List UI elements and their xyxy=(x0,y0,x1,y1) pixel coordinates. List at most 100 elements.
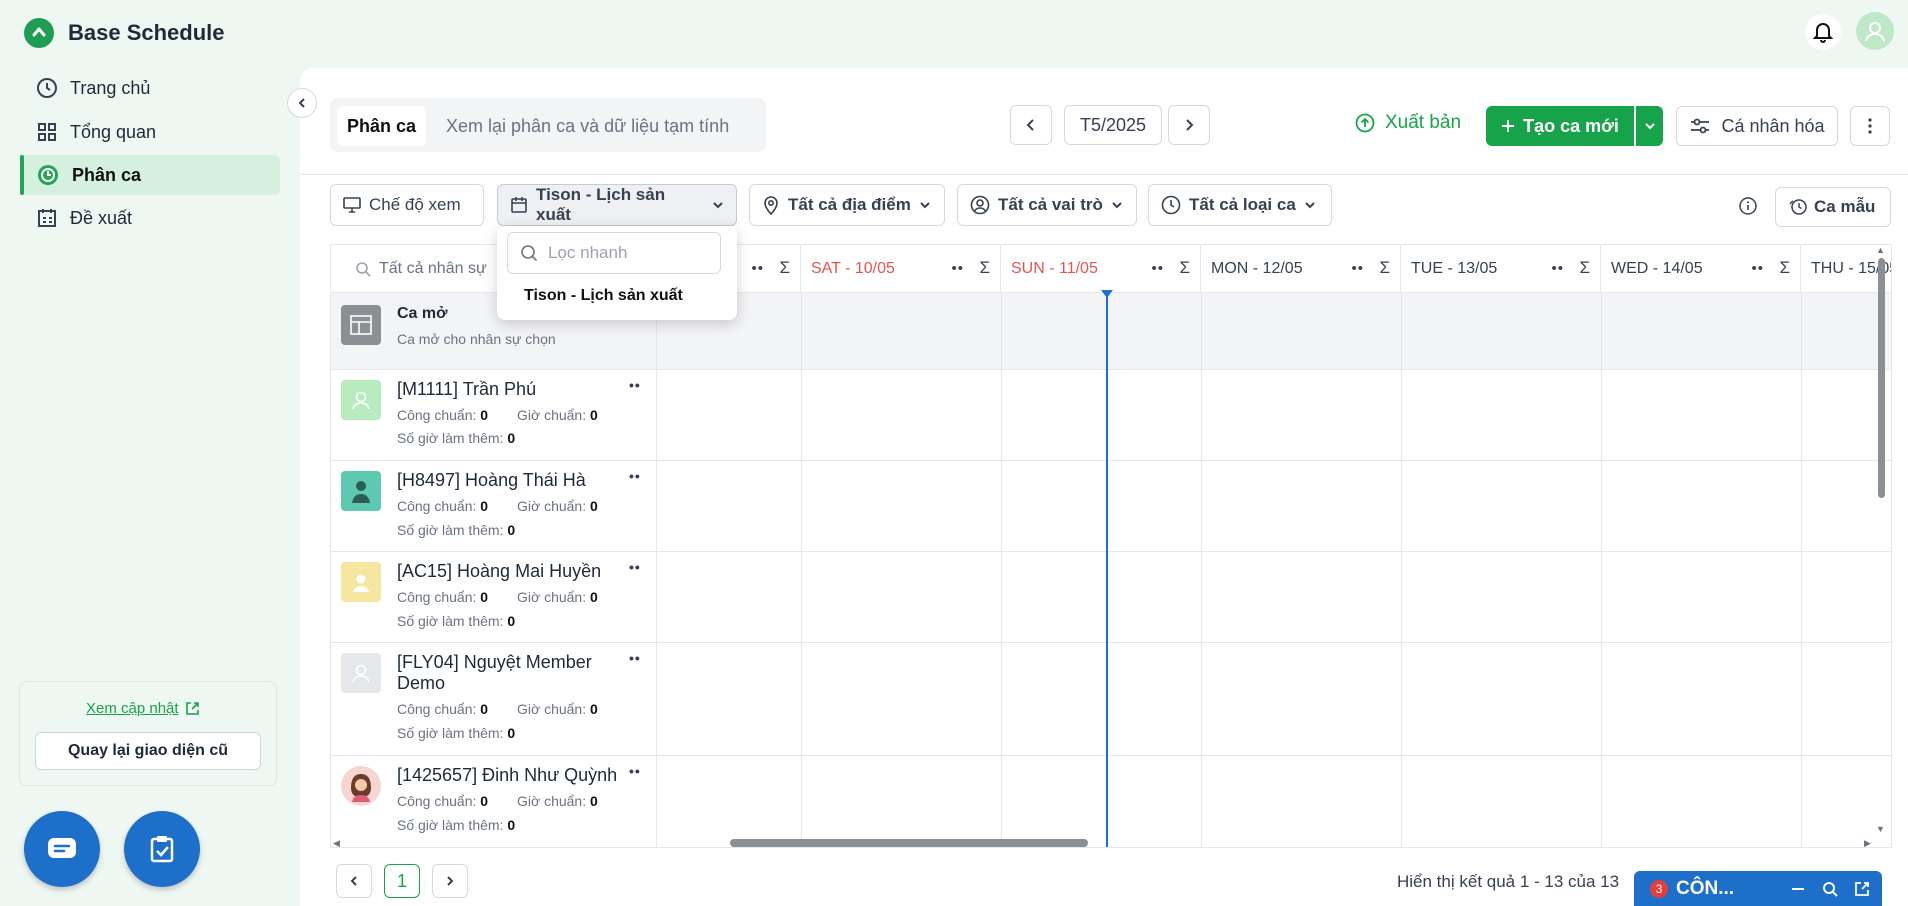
day-header[interactable]: TUE - 13/05 •• Σ xyxy=(1401,245,1601,293)
stat-label: Công chuẩn: xyxy=(397,589,477,605)
scroll-right-arrow[interactable]: ▶ xyxy=(1864,838,1871,849)
update-link[interactable]: Xem cập nhật xyxy=(86,700,200,717)
quick-filter-input[interactable]: Lọc nhanh xyxy=(507,232,721,274)
employee-menu-icon[interactable]: •• xyxy=(629,763,641,779)
sidebar-item-home[interactable]: Trang chủ xyxy=(20,68,280,108)
period-label[interactable]: T5/2025 xyxy=(1064,105,1162,145)
avatar xyxy=(341,562,381,602)
day-header[interactable]: SUN - 11/05 •• Σ xyxy=(1001,245,1201,293)
location-filter[interactable]: Tất cả địa điểm xyxy=(749,184,945,226)
employee-name[interactable]: [1425657] Đinh Như Quỳnh xyxy=(397,765,617,786)
collapse-sidebar-button[interactable] xyxy=(287,88,317,118)
horizontal-scrollbar[interactable] xyxy=(730,839,1088,847)
day-menu-icon[interactable]: •• xyxy=(1551,260,1564,277)
employee-stats: Giờ chuẩn: 0 xyxy=(517,407,598,423)
employee-stats: Số giờ làm thêm: 0 xyxy=(397,613,515,629)
more-options-button[interactable] xyxy=(1850,106,1890,146)
chevron-down-icon xyxy=(712,200,724,210)
employee-name[interactable]: [H8497] Hoàng Thái Hà xyxy=(397,470,586,491)
calendar-icon xyxy=(510,196,528,214)
search-icon[interactable] xyxy=(1822,881,1838,897)
day-label: SUN - 11/05 xyxy=(1011,259,1098,277)
minimize-icon[interactable] xyxy=(1790,881,1806,897)
create-shift-menu-button[interactable] xyxy=(1636,106,1663,146)
chat-icon xyxy=(46,836,78,862)
vertical-scrollbar[interactable] xyxy=(1878,258,1885,498)
info-icon[interactable] xyxy=(1739,197,1757,215)
shift-type-filter[interactable]: Tất cả loại ca xyxy=(1148,184,1332,226)
prev-page-button[interactable] xyxy=(336,864,372,898)
employee-name-cont[interactable]: Demo xyxy=(397,673,445,694)
stat-label: Số giờ làm thêm: xyxy=(397,725,504,741)
schedule-filter-label: Tison - Lịch sản xuất xyxy=(536,185,666,224)
day-menu-icon[interactable]: •• xyxy=(1151,260,1164,277)
row-divider xyxy=(331,642,1891,643)
page-button-current[interactable]: 1 xyxy=(384,864,420,898)
sidebar-item-overview[interactable]: Tổng quan xyxy=(20,112,280,152)
schedule-filter[interactable]: Tison - Lịch sản xuất xyxy=(497,184,737,226)
tab-review[interactable]: Xem lại phân ca và dữ liệu tạm tính xyxy=(436,106,739,146)
dropdown-option[interactable]: Tison - Lịch sản xuất xyxy=(524,287,683,305)
next-period-button[interactable] xyxy=(1168,105,1210,145)
upload-circle-icon xyxy=(1355,113,1375,133)
stat-value: 0 xyxy=(507,817,516,833)
employee-name[interactable]: [M1111] Trần Phú xyxy=(397,379,536,400)
popout-icon[interactable] xyxy=(1854,881,1870,897)
old-ui-button[interactable]: Quay lại giao diện cũ xyxy=(35,732,261,770)
prev-period-button[interactable] xyxy=(1010,105,1052,145)
sum-icon[interactable]: Σ xyxy=(1379,258,1390,278)
view-mode-filter[interactable]: Chế độ xem xyxy=(330,184,484,226)
role-filter[interactable]: Tất cả vai trò xyxy=(957,184,1137,226)
task-fab[interactable] xyxy=(124,811,200,887)
personalize-button[interactable]: Cá nhân hóa xyxy=(1676,106,1838,146)
employee-menu-icon[interactable]: •• xyxy=(629,559,641,575)
tab-schedule[interactable]: Phân ca xyxy=(337,106,427,146)
scroll-left-arrow[interactable]: ◀ xyxy=(333,838,340,849)
day-menu-icon[interactable]: •• xyxy=(951,260,964,277)
notification-button[interactable] xyxy=(1805,14,1841,50)
open-shift-title: Ca mở xyxy=(397,305,448,322)
sum-icon[interactable]: Σ xyxy=(979,258,990,278)
monitor-icon xyxy=(343,197,361,213)
day-header[interactable]: MON - 12/05 •• Σ xyxy=(1201,245,1401,293)
day-menu-icon[interactable]: •• xyxy=(1351,260,1364,277)
employee-menu-icon[interactable]: •• xyxy=(629,650,641,666)
sidebar-item-proposal[interactable]: Đề xuất xyxy=(20,198,280,238)
sum-icon[interactable]: Σ xyxy=(1579,258,1590,278)
sum-icon[interactable]: Σ xyxy=(779,258,790,278)
create-shift-label: Tạo ca mới xyxy=(1523,115,1619,136)
employee-stats: Công chuẩn: 0 xyxy=(397,589,488,605)
day-header[interactable]: WED - 14/05 •• Σ xyxy=(1601,245,1801,293)
employee-stats: Giờ chuẩn: 0 xyxy=(517,498,598,514)
scroll-down-arrow[interactable]: ▼ xyxy=(1876,824,1885,834)
employee-name[interactable]: [AC15] Hoàng Mai Huyền xyxy=(397,561,601,582)
shift-type-filter-label: Tất cả loại ca xyxy=(1189,195,1296,214)
search-icon xyxy=(355,261,371,277)
scroll-up-arrow[interactable]: ▲ xyxy=(1876,245,1885,255)
stat-value: 0 xyxy=(507,430,516,446)
day-menu-icon[interactable]: •• xyxy=(1751,260,1764,277)
sum-icon[interactable]: Σ xyxy=(1779,258,1790,278)
chat-bar[interactable]: 3 CÔN... xyxy=(1634,871,1882,906)
stat-value: 0 xyxy=(507,725,516,741)
publish-button[interactable]: Xuất bản xyxy=(1355,112,1461,134)
sidebar-item-label: Phân ca xyxy=(72,164,142,185)
sidebar-item-schedule[interactable]: Phân ca xyxy=(20,155,280,195)
schedule-grid: Tất cả nhân sự •• Σ SAT - 10/05 •• Σ SUN - … xyxy=(330,244,1892,848)
employee-name[interactable]: [FLY04] Nguyệt Member xyxy=(397,652,592,673)
sum-icon[interactable]: Σ xyxy=(1179,258,1190,278)
day-header[interactable]: SAT - 10/05 •• Σ xyxy=(801,245,1001,293)
col-divider xyxy=(1801,293,1802,847)
template-shift-button[interactable]: Ca mẫu xyxy=(1775,187,1891,227)
next-page-button[interactable] xyxy=(432,864,468,898)
user-avatar[interactable] xyxy=(1856,12,1894,50)
unread-badge: 3 xyxy=(1650,879,1668,898)
day-menu-icon[interactable]: •• xyxy=(751,260,764,277)
stat-value: 0 xyxy=(480,793,489,809)
row-divider xyxy=(331,460,1891,461)
employee-menu-icon[interactable]: •• xyxy=(629,468,641,484)
col-divider xyxy=(1201,293,1202,847)
create-shift-button[interactable]: Tạo ca mới xyxy=(1486,106,1634,146)
chat-fab[interactable] xyxy=(24,811,100,887)
employee-menu-icon[interactable]: •• xyxy=(629,377,641,393)
